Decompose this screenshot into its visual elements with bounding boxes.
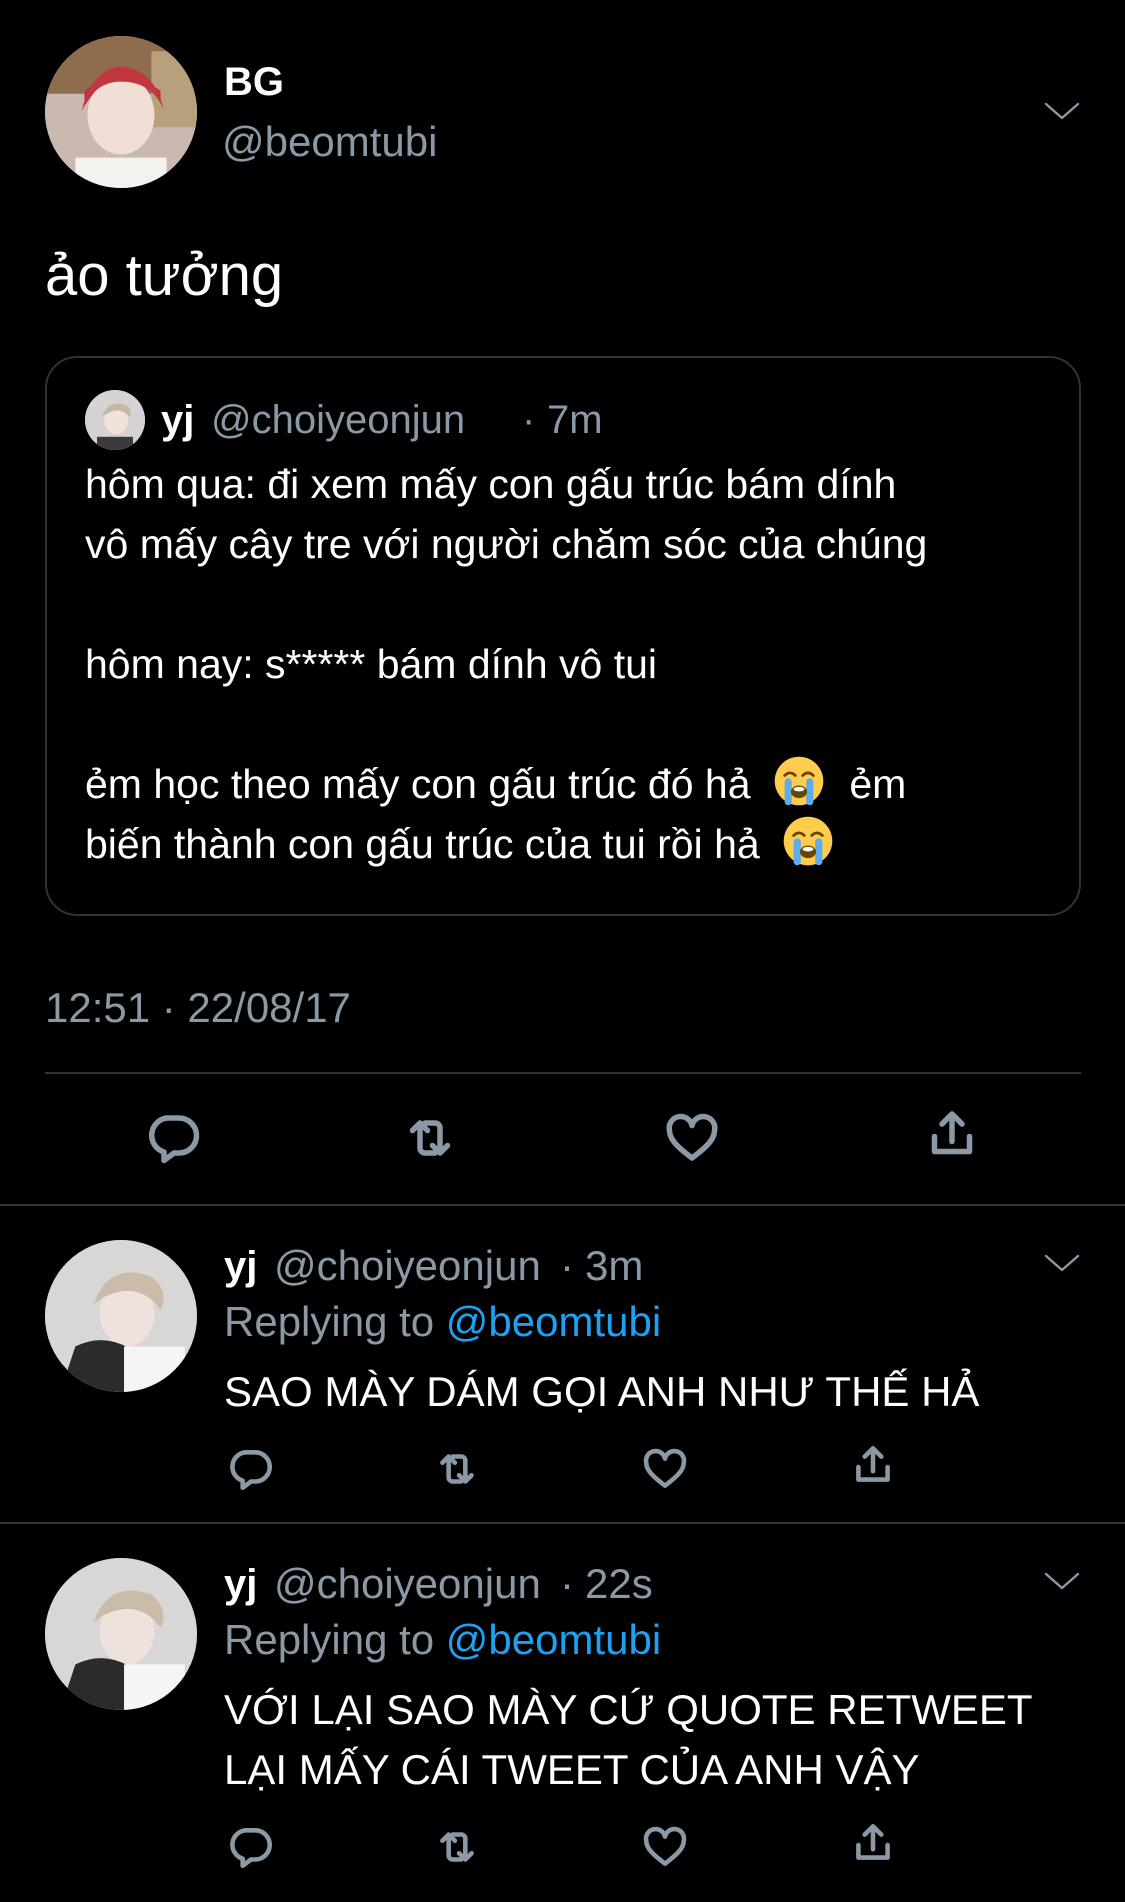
divider [0, 1204, 1125, 1206]
quoted-author-handle: @choiyeonjun [211, 398, 466, 442]
reply-time[interactable]: 22s [585, 1560, 653, 1608]
quoted-text-line: ẻm học theo mấy con gấu trúc đó hả ẻm [85, 754, 906, 814]
reply-author-name[interactable]: yj [224, 1244, 257, 1289]
quoted-text-segment: ẻm học theo mấy con gấu trúc đó hả [85, 761, 751, 807]
quoted-time: 7m [547, 398, 603, 442]
retweet-icon[interactable] [400, 1108, 460, 1168]
heart-icon[interactable] [662, 1108, 722, 1168]
quoted-text-line: hôm qua: đi xem mấy con gấu trúc bám dín… [85, 461, 897, 507]
replying-to: Replying to @beomtubi [224, 1616, 661, 1664]
chevron-down-icon[interactable] [1042, 1570, 1082, 1594]
reply-author-handle[interactable]: @choiyeonjun [274, 1242, 541, 1290]
divider [0, 1522, 1125, 1524]
replying-to-label: Replying to [224, 1298, 435, 1345]
reply-text-line: LẠI MẤY CÁI TWEET CỦA ANH VẬY [224, 1746, 920, 1793]
author-handle[interactable]: @beomtubi [222, 118, 437, 166]
separator-dot: · [560, 1560, 574, 1607]
quoted-text-segment: biến thành con gấu trúc của tui rồi hả [85, 821, 760, 867]
avatar-reply[interactable] [45, 1240, 197, 1392]
reply-icon[interactable] [226, 1822, 276, 1872]
share-icon[interactable] [848, 1440, 898, 1490]
retweet-icon[interactable] [432, 1822, 482, 1872]
avatar-quoted [85, 390, 145, 450]
quoted-author-name: yj [161, 398, 195, 442]
loudly-crying-face-icon [781, 814, 835, 868]
avatar-main[interactable] [45, 36, 197, 188]
reply-author-handle[interactable]: @choiyeonjun [274, 1560, 541, 1608]
share-icon[interactable] [922, 1104, 982, 1164]
separator-dot: · [522, 398, 536, 442]
author-name[interactable]: BG [224, 60, 284, 105]
share-icon[interactable] [848, 1818, 898, 1868]
separator-dot: · [560, 1242, 574, 1289]
quoted-text-line: hôm nay: s***** bám dính vô tui [85, 641, 658, 687]
retweet-icon[interactable] [432, 1444, 482, 1494]
divider [45, 1072, 1081, 1074]
quoted-text-line: vô mấy cây tre với người chăm sóc của ch… [85, 521, 928, 567]
quoted-tweet-card[interactable]: yj @choiyeonjun · 7m hôm qua: đi xem mấy… [45, 356, 1081, 916]
loudly-crying-face-icon [772, 754, 826, 808]
replying-to-label: Replying to [224, 1616, 435, 1663]
reply-text-line: SAO MÀY DÁM GỌI ANH NHƯ THẾ HẢ [224, 1368, 980, 1415]
quoted-text-line: biến thành con gấu trúc của tui rồi hả [85, 814, 835, 874]
tweet-timestamp[interactable]: 12:51 · 22/08/17 [45, 984, 351, 1032]
replying-to-mention[interactable]: @beomtubi [446, 1298, 661, 1345]
replying-to-mention[interactable]: @beomtubi [446, 1616, 661, 1663]
reply-author-name[interactable]: yj [224, 1562, 257, 1607]
reply-text-line: VỚI LẠI SAO MÀY CỨ QUOTE RETWEET [224, 1686, 1033, 1733]
reply-icon[interactable] [226, 1444, 276, 1494]
reply-time[interactable]: 3m [585, 1242, 643, 1290]
tweet-text: ảo tưởng [45, 243, 284, 308]
quoted-text-segment: ẻm [849, 761, 907, 807]
heart-icon[interactable] [640, 1822, 690, 1872]
chevron-down-icon[interactable] [1042, 1252, 1082, 1276]
replying-to: Replying to @beomtubi [224, 1298, 661, 1346]
chevron-down-icon[interactable] [1042, 100, 1082, 124]
avatar-reply[interactable] [45, 1558, 197, 1710]
reply-icon[interactable] [144, 1108, 204, 1168]
heart-icon[interactable] [640, 1444, 690, 1494]
